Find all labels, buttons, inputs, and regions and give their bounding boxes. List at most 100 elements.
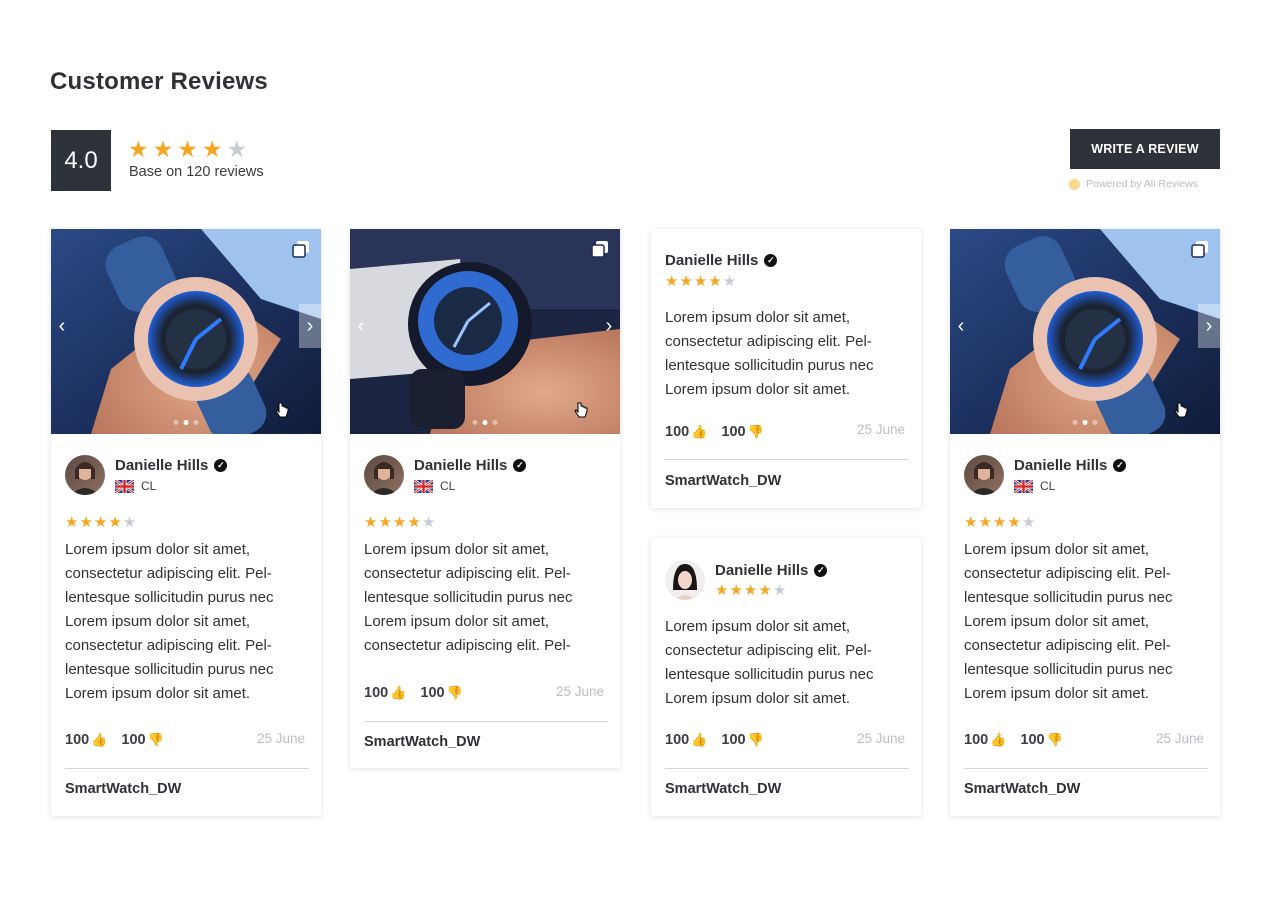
star-icon: ★ (93, 514, 108, 531)
review-photo-carousel[interactable]: ‹ › (350, 229, 620, 434)
star-icon: ★ (378, 514, 392, 531)
helpful-button[interactable]: 100 👍 (665, 732, 707, 748)
product-link[interactable]: SmartWatch_DW (364, 734, 480, 750)
helpful-button[interactable]: 100 👍 (665, 424, 707, 440)
review-text: Lorem ipsum dolor sit amet, consectetur … (364, 541, 573, 654)
thumbs-up-icon: 👍 (691, 732, 708, 747)
star-icon: ★ (743, 582, 758, 599)
product-link[interactable]: SmartWatch_DW (964, 781, 1080, 797)
carousel-dot[interactable] (1072, 420, 1078, 425)
author-country: CL (1040, 479, 1056, 493)
star-icon: ★ (715, 582, 729, 599)
carousel-dot[interactable] (472, 420, 478, 425)
not-helpful-button[interactable]: 100 👎 (721, 424, 763, 440)
product-link[interactable]: SmartWatch_DW (65, 781, 181, 797)
carousel-dot[interactable] (492, 420, 498, 425)
star-icon: ★ (407, 514, 421, 531)
author-name: Danielle Hills (115, 457, 209, 474)
not-helpful-button[interactable]: 100 👎 (1020, 732, 1062, 748)
author-country: CL (141, 479, 157, 493)
review-votes: 100 👍 100 👎 (364, 685, 463, 701)
thumbs-down-icon: 👎 (747, 732, 764, 747)
review-rating-stars: ★ ★ ★ ★ ★ (364, 515, 435, 530)
thumbs-down-icon: 👎 (147, 732, 164, 747)
star-icon: ★ (201, 136, 223, 162)
star-icon: ★ (964, 514, 978, 531)
carousel-dot[interactable] (482, 420, 488, 425)
powered-by-label: Powered by Ali Reviews (1086, 178, 1199, 190)
verified-check-icon: ✓ (214, 459, 228, 472)
author-name: Danielle Hills (414, 457, 508, 474)
write-review-button[interactable]: WRITE A REVIEW (1070, 129, 1220, 169)
average-rating: 4.0 (51, 130, 111, 191)
review-votes: 100 👍 100 👎 (65, 732, 164, 748)
not-helpful-button[interactable]: 100 👎 (721, 732, 763, 748)
review-votes: 100 👍 100 👎 (665, 732, 764, 748)
review-text: Lorem ipsum dolor sit amet, consectetur … (665, 309, 874, 398)
review-photo-carousel[interactable]: ‹ › (51, 229, 321, 434)
review-card: ‹ › Danielle Hills ✓ CL ★ ★ ★ ★ ★ Lorem … (51, 229, 321, 816)
divider (665, 768, 909, 769)
carousel-dots (1072, 420, 1098, 425)
product-link[interactable]: SmartWatch_DW (665, 473, 781, 489)
not-helpful-button[interactable]: 100 👎 (420, 685, 462, 701)
avatar (364, 455, 404, 495)
review-votes: 100 👍 100 👎 (964, 732, 1063, 748)
star-icon: ★ (392, 514, 407, 531)
page-title: Customer Reviews (50, 68, 268, 95)
divider (964, 768, 1208, 769)
helpful-button[interactable]: 100 👍 (65, 732, 107, 748)
star-icon: ★ (152, 136, 174, 162)
gallery-icon (591, 241, 608, 258)
review-rating-stars: ★ ★ ★ ★ ★ (65, 515, 136, 530)
star-icon: ★ (1021, 514, 1036, 531)
gallery-icon (292, 241, 309, 258)
powered-by: Powered by Ali Reviews (1069, 178, 1198, 190)
star-icon: ★ (722, 273, 737, 290)
author-name: Danielle Hills (715, 562, 809, 579)
star-icon: ★ (1007, 514, 1021, 531)
product-link[interactable]: SmartWatch_DW (665, 781, 781, 797)
next-photo-button[interactable]: › (1198, 304, 1220, 348)
carousel-dot[interactable] (1092, 420, 1098, 425)
previous-photo-button[interactable]: ‹ (350, 304, 372, 348)
review-text: Lorem ipsum dolor sit amet, consectetur … (65, 541, 274, 702)
review-card: ‹ › Danielle Hills ✓ CL ★ ★ ★ ★ ★ Lorem … (350, 229, 620, 768)
review-rating-stars: ★ ★ ★ ★ ★ (665, 274, 736, 289)
verified-check-icon: ✓ (513, 459, 527, 472)
not-helpful-button[interactable]: 100 👎 (121, 732, 163, 748)
pointer-hand-icon (275, 402, 289, 418)
star-icon: ★ (79, 514, 93, 531)
next-photo-button[interactable]: › (299, 304, 321, 348)
review-date: 25 June (1155, 731, 1204, 746)
carousel-dot[interactable] (183, 420, 189, 425)
review-text: Lorem ipsum dolor sit amet, consectetur … (964, 541, 1173, 702)
review-card: Danielle Hills ✓ ★ ★ ★ ★ ★ Lorem ipsum d… (651, 538, 921, 816)
previous-photo-button[interactable]: ‹ (950, 304, 972, 348)
star-icon: ★ (177, 136, 198, 162)
verified-check-icon: ✓ (764, 254, 778, 267)
carousel-dot[interactable] (193, 420, 199, 425)
previous-photo-button[interactable]: ‹ (51, 304, 73, 348)
verified-check-icon: ✓ (814, 564, 828, 577)
review-photo-carousel[interactable]: ‹ › (950, 229, 1220, 434)
review-author: Danielle Hills ✓ CL (964, 455, 1127, 495)
star-icon: ★ (729, 582, 743, 599)
carousel-dot[interactable] (173, 420, 179, 425)
thumbs-down-icon: 👎 (1046, 732, 1063, 747)
thumbs-up-icon: 👍 (390, 685, 407, 700)
verified-check-icon: ✓ (1113, 459, 1127, 472)
star-icon: ★ (772, 582, 787, 599)
carousel-dots (173, 420, 199, 425)
helpful-button[interactable]: 100 👍 (964, 732, 1006, 748)
helpful-button[interactable]: 100 👍 (364, 685, 406, 701)
pointer-hand-icon (1174, 402, 1188, 418)
star-icon: ★ (693, 273, 708, 290)
carousel-dots (472, 420, 498, 425)
carousel-dot[interactable] (1082, 420, 1088, 425)
next-photo-button[interactable]: › (598, 304, 620, 348)
review-date: 25 June (555, 684, 604, 699)
average-rating-stars: ★ ★ ★ ★ ★ (128, 138, 247, 161)
review-author: Danielle Hills ✓ CL (364, 455, 527, 495)
pointer-hand-icon (574, 402, 588, 418)
